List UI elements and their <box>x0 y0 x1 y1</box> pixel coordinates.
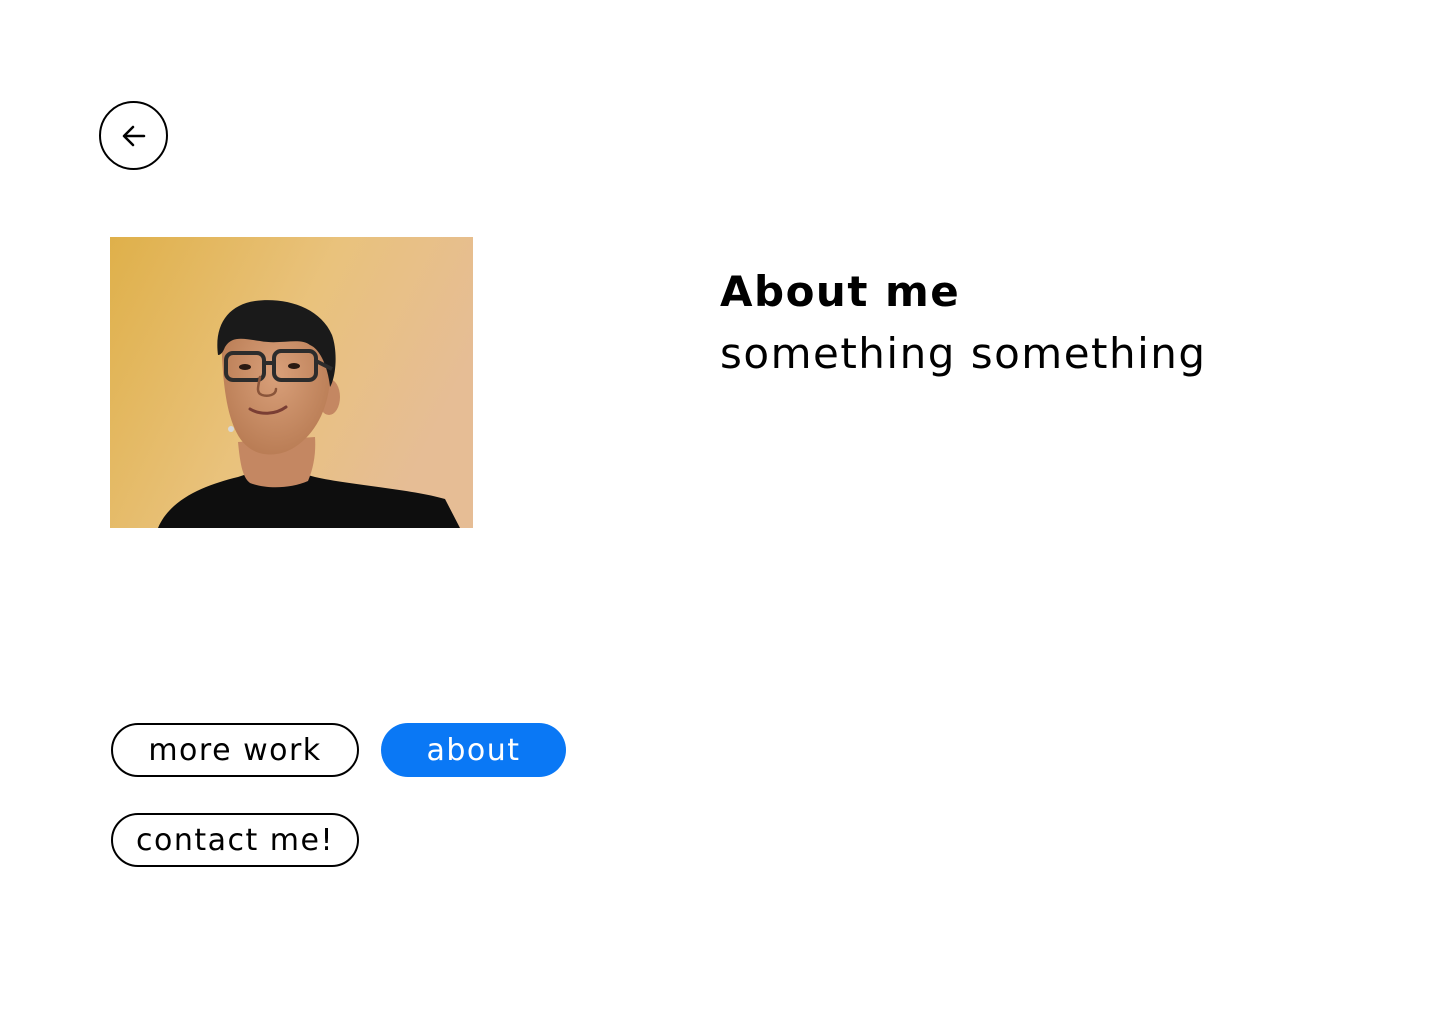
back-button[interactable] <box>99 101 168 170</box>
arrow-left-icon <box>120 122 148 150</box>
about-subtext: something something <box>720 329 1207 378</box>
profile-photo <box>110 237 473 528</box>
more-work-button[interactable]: more work <box>111 723 359 777</box>
about-button[interactable]: about <box>381 723 566 777</box>
about-heading: About me <box>720 267 961 316</box>
contact-me-button[interactable]: contact me! <box>111 813 359 867</box>
